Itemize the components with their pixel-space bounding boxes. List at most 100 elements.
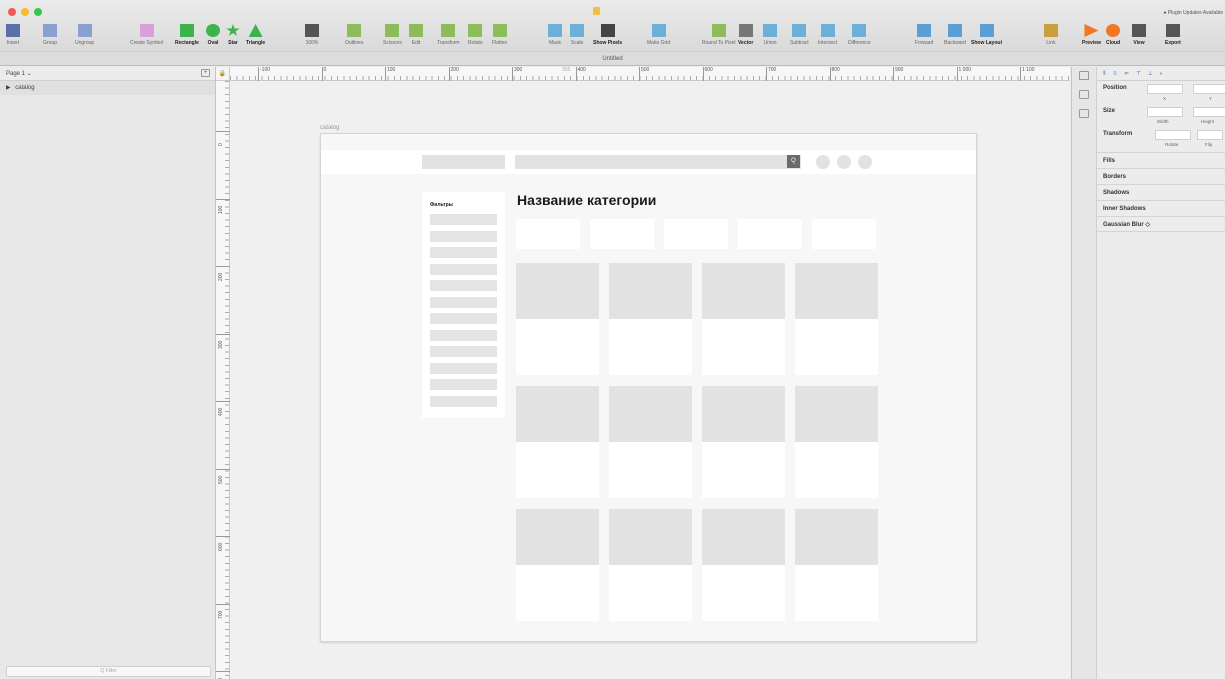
filter-option-placeholder <box>430 280 497 291</box>
toolbar-show-pixels-button[interactable]: Show Pixels <box>593 24 622 50</box>
toolbar-preview-button[interactable]: Preview <box>1082 24 1101 50</box>
zoom-window-button[interactable] <box>34 8 42 16</box>
product-card-placeholder <box>795 263 878 375</box>
flip-buttons[interactable] <box>1197 130 1223 140</box>
toolbar-export-button[interactable]: Export <box>1165 24 1181 50</box>
toolbar-group-button[interactable]: Group <box>43 24 57 50</box>
close-window-button[interactable] <box>8 8 16 16</box>
toolbar-label: Difference <box>848 40 871 46</box>
inspector-tabs <box>1071 67 1097 679</box>
product-image-placeholder <box>516 386 599 442</box>
toolbar-star-button[interactable]: Star <box>226 24 240 50</box>
ruler-tick: 100 <box>385 67 395 81</box>
align-tab-icon[interactable] <box>1079 90 1089 99</box>
toolbar-label: Create Symbol <box>130 40 164 46</box>
inspector-section-borders[interactable]: Borders <box>1097 168 1225 184</box>
filter-option-placeholder <box>430 263 497 275</box>
toolbar-transform-button[interactable]: Transform <box>437 24 460 50</box>
ruler-tick: 700 <box>216 603 230 619</box>
horizontal-ruler[interactable]: -100 0 100 200 300 400 500 600 700 800 900 1 000 1 1… <box>230 67 1070 81</box>
toolbar-oval-button[interactable]: Oval <box>206 24 220 50</box>
toolbar-edit-button[interactable]: Edit <box>409 24 423 50</box>
filters-sidebar: Фильтры <box>422 192 505 418</box>
page-selector[interactable]: Page 1 ⌄ + <box>0 67 215 81</box>
toolbar-outlines-button[interactable]: Outlines <box>345 24 363 50</box>
ruler-tick: 200 <box>216 266 230 281</box>
toolbar-intersect-button[interactable]: Intersect <box>818 24 837 50</box>
height-field[interactable] <box>1193 107 1225 117</box>
toolbar-triangle-button[interactable]: Triangle <box>246 24 265 50</box>
y-field[interactable] <box>1193 84 1225 94</box>
layers-filter-input[interactable]: Q Filter <box>6 666 211 677</box>
alignment-toolbar[interactable]: ⫴ ≡ ⊨ ⊤ ⊥ ⊦ <box>1097 67 1225 81</box>
scale-icon <box>570 24 584 37</box>
add-page-button[interactable]: + <box>201 69 210 77</box>
toolbar-ungroup-button[interactable]: Ungroup <box>75 24 94 50</box>
toolbar-link-button[interactable]: Link <box>1044 24 1058 50</box>
toolbar-label: Rectangle <box>175 40 199 46</box>
ruler-corner-lock-icon[interactable]: 🔒 <box>216 67 230 81</box>
height-label: Height <box>1201 119 1215 124</box>
ruler-tick-label: 300 <box>218 340 224 349</box>
ruler-tick: 300 <box>216 333 230 349</box>
inspector-section-shadows[interactable]: Shadows <box>1097 184 1225 200</box>
product-image-placeholder <box>795 263 878 319</box>
layout-tab-icon[interactable] <box>1079 109 1089 118</box>
toolbar-label: Triangle <box>246 40 266 46</box>
inspector-section-gaussian-blur[interactable]: Gaussian Blur ◇ <box>1097 216 1225 232</box>
x-field[interactable] <box>1147 84 1183 94</box>
ruler-tick: 500 <box>216 468 230 484</box>
toolbar-view-button[interactable]: View <box>1132 24 1146 50</box>
zoom-icon <box>305 24 319 37</box>
layer-row-catalog[interactable]: ▶ catalog <box>0 81 215 95</box>
toolbar-create-symbol-button[interactable]: Create Symbol <box>130 24 163 50</box>
toolbar-label: Insert <box>6 40 20 46</box>
toolbar-rotate-button[interactable]: Rotate <box>468 24 483 50</box>
toolbar-cloud-button[interactable]: Cloud <box>1106 24 1120 50</box>
subcategory-chip-placeholder <box>516 219 580 249</box>
product-image-placeholder <box>516 263 599 319</box>
toolbar-label: Mask <box>549 40 561 46</box>
toolbar-mask-button[interactable]: Mask <box>548 24 562 50</box>
toolbar-scale-button[interactable]: Scale <box>570 24 584 50</box>
toolbar-rectangle-button[interactable]: Rectangle <box>175 24 199 50</box>
toolbar-flatten-button[interactable]: Flatten <box>492 24 507 50</box>
plus-dropdown-icon <box>6 24 20 37</box>
outlines-icon <box>347 24 362 37</box>
toolbar-backward-button[interactable]: Backward <box>944 24 966 50</box>
minimize-window-button[interactable] <box>21 8 29 16</box>
search-bar-placeholder <box>515 155 801 169</box>
rotate-field[interactable] <box>1155 130 1191 140</box>
ruler-tick: 400 <box>575 67 586 81</box>
vertical-ruler[interactable]: 0 100 200 300 400 500 600 700 800 <box>216 81 230 679</box>
round-pixel-icon <box>711 24 726 37</box>
page-label[interactable]: Page 1 ⌄ <box>6 70 32 77</box>
subcategory-chip-placeholder <box>812 219 876 249</box>
toolbar-show-layout-button[interactable]: Show Layout <box>971 24 1002 50</box>
inspector-section-fills[interactable]: Fills <box>1097 152 1225 168</box>
toolbar-insert-button[interactable]: Insert <box>6 24 20 50</box>
toolbar-subtract-button[interactable]: Subtract <box>790 24 809 50</box>
flatten-icon <box>492 24 507 37</box>
toolbar-difference-button[interactable]: Difference <box>848 24 871 50</box>
toolbar-100--button[interactable]: 100% <box>305 24 319 50</box>
style-tab-icon[interactable] <box>1079 71 1089 80</box>
toolbar-forward-button[interactable]: Forward <box>915 24 933 50</box>
toolbar-label: Cloud <box>1106 40 1121 46</box>
artboard-label[interactable]: catalog <box>320 125 339 131</box>
artboard-catalog[interactable]: Q Фильтры Название категории <box>320 133 977 642</box>
canvas[interactable]: catalog Q Фильтры Название категории <box>230 81 1070 679</box>
toolbar-round-to-pixel-button[interactable]: Round To Pixel <box>702 24 736 50</box>
disclosure-triangle-icon[interactable]: ▶ <box>6 85 11 91</box>
toolbar-make-grid-button[interactable]: Make Grid <box>647 24 670 50</box>
product-image-placeholder <box>516 509 599 565</box>
backward-icon <box>947 24 962 37</box>
ruler-tick: 0 <box>216 131 230 146</box>
toolbar-scissors-button[interactable]: Scissors <box>383 24 402 50</box>
width-field[interactable] <box>1147 107 1183 117</box>
inspector-section-inner-shadows[interactable]: Inner Shadows <box>1097 200 1225 216</box>
group-icon <box>43 24 57 37</box>
plugin-updates-notice[interactable]: ● Plugin Updates Available <box>1163 10 1223 16</box>
toolbar-union-button[interactable]: Union <box>763 24 777 50</box>
toolbar-vector-button[interactable]: Vector <box>738 24 753 50</box>
